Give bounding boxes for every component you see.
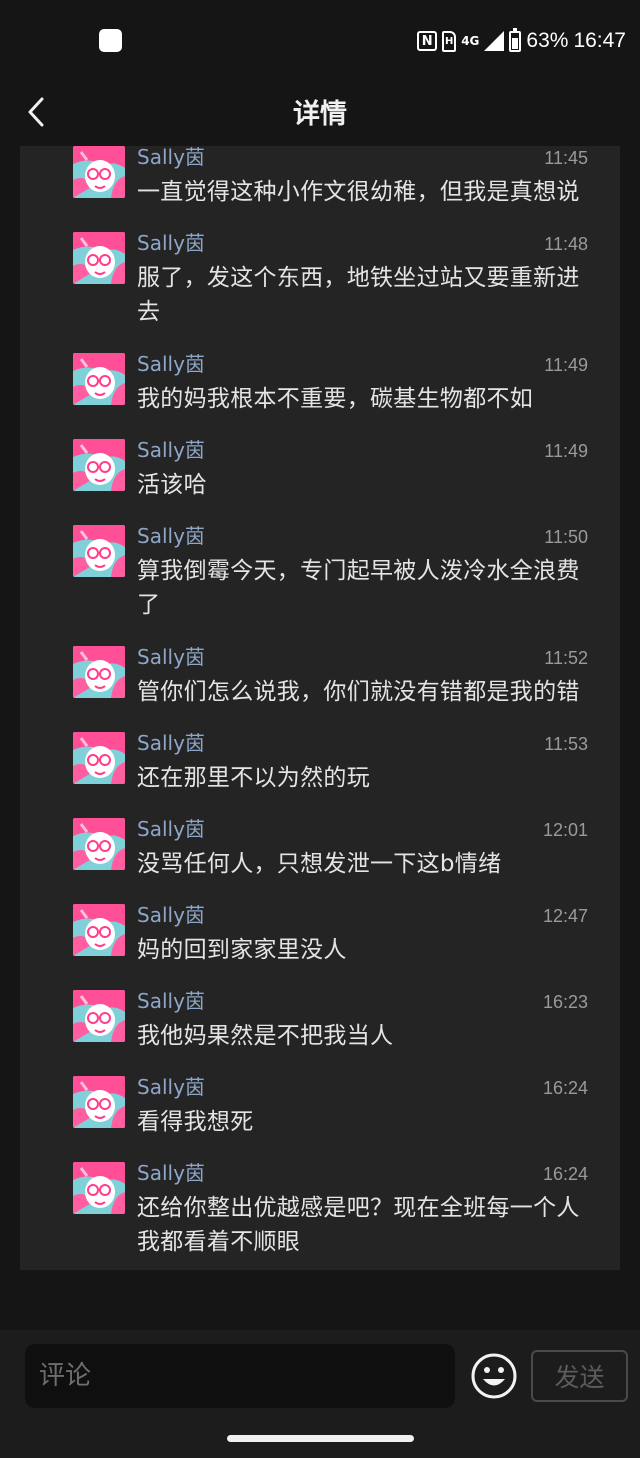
avatar[interactable] bbox=[73, 818, 125, 870]
battery-icon bbox=[509, 27, 522, 52]
message-username[interactable]: Sally茵 bbox=[137, 232, 205, 254]
message-time: 11:52 bbox=[544, 648, 588, 668]
signal-icon bbox=[484, 31, 505, 51]
comment-bar: 发送 bbox=[0, 1330, 640, 1458]
message-username[interactable]: Sally茵 bbox=[137, 646, 205, 668]
message-username[interactable]: Sally茵 bbox=[137, 1076, 205, 1098]
message-username[interactable]: Sally茵 bbox=[137, 525, 205, 547]
avatar[interactable] bbox=[73, 232, 125, 284]
message-text: 活该哈 bbox=[137, 472, 207, 498]
message-text: 还给你整出优越感是吧？现在全班每一个人我都看着不顺眼 bbox=[137, 1195, 580, 1255]
message-username[interactable]: Sally茵 bbox=[137, 439, 205, 461]
home-indicator bbox=[227, 1435, 414, 1442]
message-time: 11:50 bbox=[544, 527, 588, 547]
avatar[interactable] bbox=[73, 1076, 125, 1128]
message-thread[interactable]: Sally茵 11:45 一直觉得这种小作文很幼稚，但我是真想说 Sally茵 11:4… bbox=[20, 146, 620, 1270]
message-username[interactable]: Sally茵 bbox=[137, 818, 205, 840]
message-time: 11:45 bbox=[544, 148, 588, 168]
message-time: 11:49 bbox=[544, 355, 588, 375]
message-text: 管你们怎么说我，你们就没有错都是我的错 bbox=[137, 679, 580, 705]
avatar[interactable] bbox=[73, 439, 125, 491]
message-username[interactable]: Sally茵 bbox=[137, 904, 205, 926]
message-text: 还在那里不以为然的玩 bbox=[137, 765, 370, 791]
app-header: 详情 bbox=[0, 80, 640, 146]
avatar[interactable] bbox=[73, 732, 125, 784]
message-text: 服了，发这个东西，地铁坐过站又要重新进去 bbox=[137, 265, 580, 325]
message-time: 12:47 bbox=[542, 906, 588, 926]
avatar[interactable] bbox=[73, 146, 125, 198]
message-text: 一直觉得这种小作文很幼稚，但我是真想说 bbox=[137, 179, 580, 205]
avatar[interactable] bbox=[73, 904, 125, 956]
avatar[interactable] bbox=[73, 1162, 125, 1214]
avatar[interactable] bbox=[73, 353, 125, 405]
emoji-button[interactable] bbox=[470, 1352, 518, 1400]
status-bar: N H 4G 63% 16:47 bbox=[0, 0, 640, 80]
notification-app-icon bbox=[99, 29, 122, 52]
message-time: 11:48 bbox=[544, 234, 588, 254]
nfc-icon: N bbox=[417, 31, 438, 51]
message-username[interactable]: Sally茵 bbox=[137, 146, 205, 168]
message-username[interactable]: Sally茵 bbox=[137, 732, 205, 754]
message-time: 16:24 bbox=[542, 1078, 588, 1098]
message-time: 16:23 bbox=[542, 992, 588, 1012]
message-username[interactable]: Sally茵 bbox=[137, 353, 205, 375]
avatar[interactable] bbox=[73, 525, 125, 577]
avatar[interactable] bbox=[73, 990, 125, 1042]
battery-percent: 63% bbox=[526, 29, 569, 52]
message-text: 没骂任何人，只想发泄一下这b情绪 bbox=[137, 851, 502, 877]
avatar[interactable] bbox=[73, 646, 125, 698]
message-username[interactable]: Sally茵 bbox=[137, 1162, 205, 1184]
clock: 16:47 bbox=[573, 29, 626, 52]
status-indicators: N H 4G 63% 16:47 bbox=[417, 26, 626, 56]
message-text: 看得我想死 bbox=[137, 1109, 254, 1135]
send-button[interactable]: 发送 bbox=[531, 1350, 628, 1402]
message-text: 算我倒霉今天，专门起早被人泼冷水全浪费了 bbox=[137, 558, 580, 618]
comment-input[interactable] bbox=[25, 1344, 455, 1408]
message-time: 12:01 bbox=[542, 820, 588, 840]
message-time: 11:53 bbox=[544, 734, 588, 754]
page-title: 详情 bbox=[293, 99, 347, 130]
message-text: 我他妈果然是不把我当人 bbox=[137, 1023, 394, 1049]
smiley-icon bbox=[471, 1353, 517, 1399]
message-text: 妈的回到家家里没人 bbox=[137, 937, 347, 963]
message-text: 我的妈我根本不重要，碳基生物都不如 bbox=[137, 386, 534, 412]
message-time: 11:49 bbox=[544, 441, 588, 461]
sim-icon: H bbox=[442, 30, 457, 52]
message-time: 16:24 bbox=[542, 1164, 588, 1184]
network-4g-icon: 4G bbox=[461, 34, 480, 48]
message-username[interactable]: Sally茵 bbox=[137, 990, 205, 1012]
